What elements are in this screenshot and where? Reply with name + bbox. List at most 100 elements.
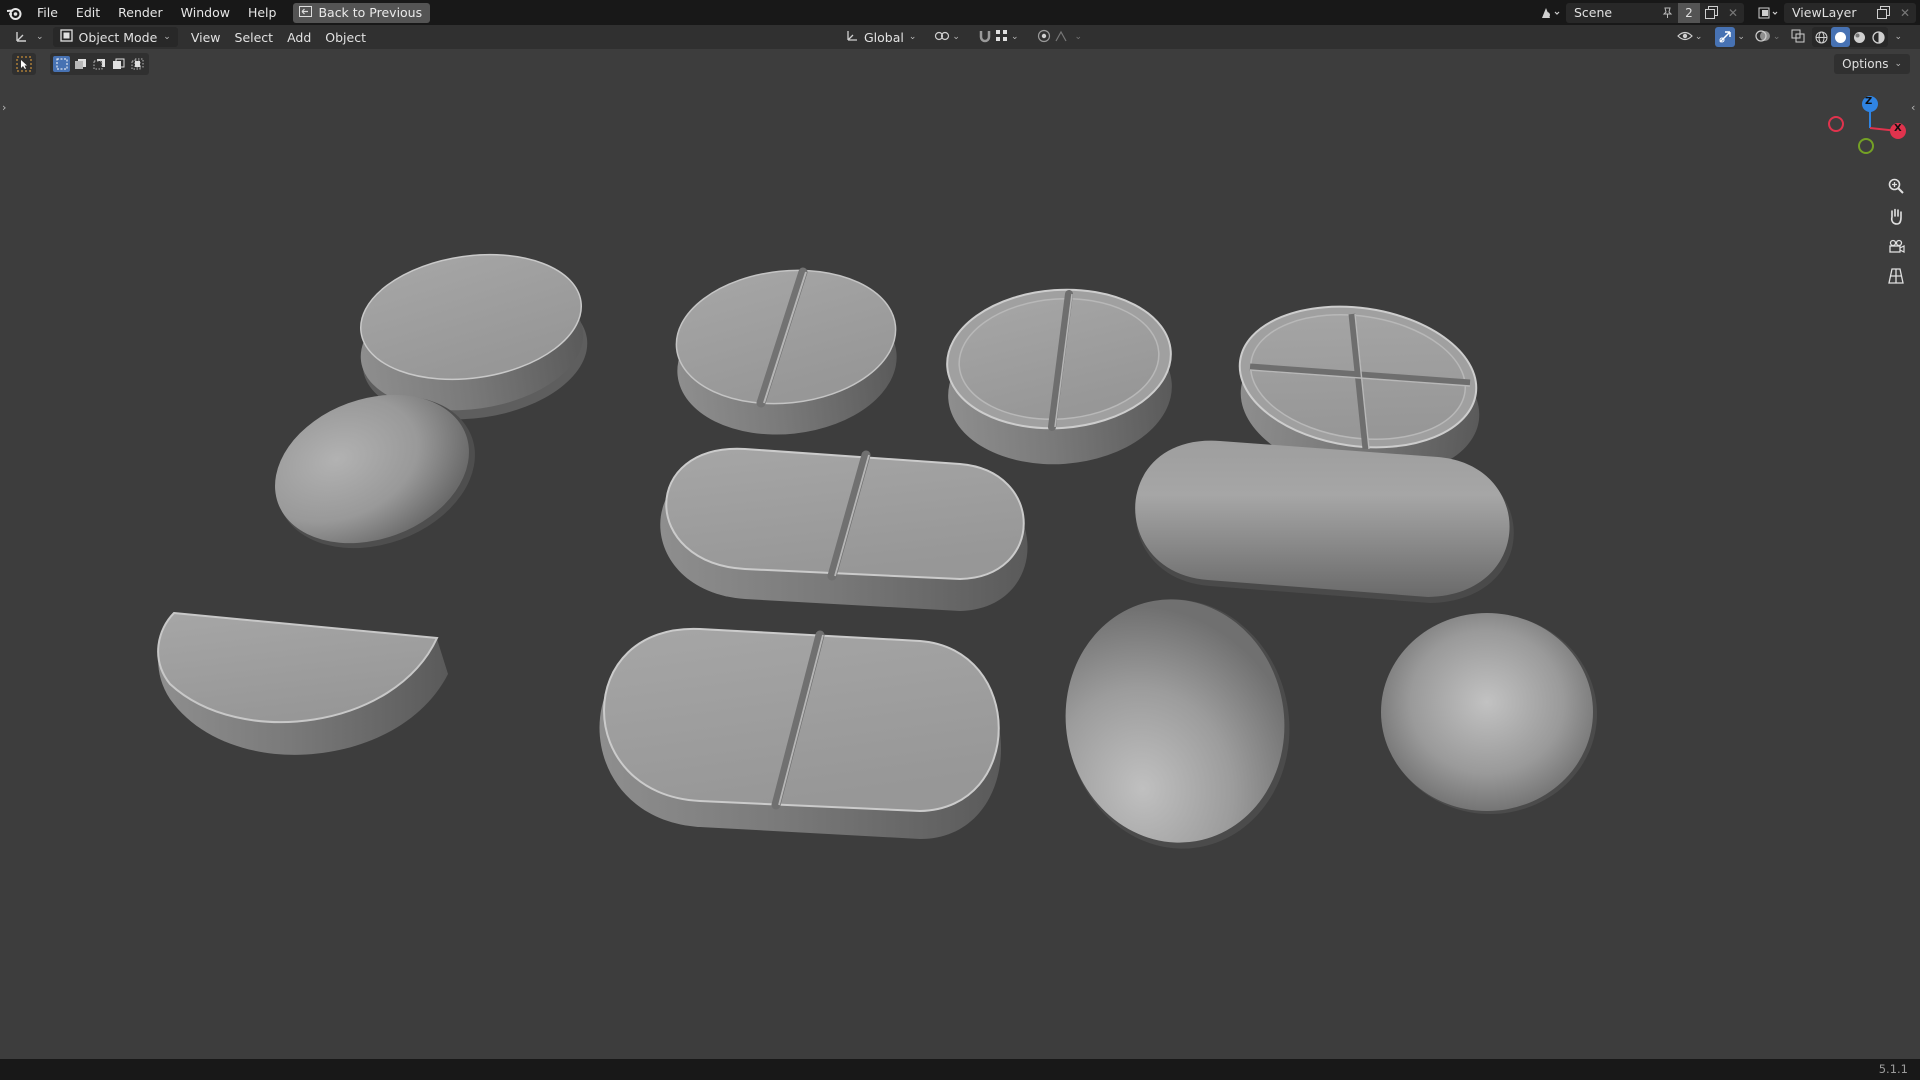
select-intersect-icon[interactable]: [129, 56, 146, 72]
hand-pan-icon[interactable]: [1882, 204, 1910, 228]
transform-orientation-dropdown[interactable]: Global ⌄: [838, 27, 923, 47]
object-mode-dropdown[interactable]: Object Mode ⌄: [52, 27, 178, 47]
material-preview-shading-icon[interactable]: [1850, 27, 1869, 47]
xray-icon[interactable]: [1791, 29, 1805, 46]
snap-grid-icon[interactable]: [995, 29, 1008, 45]
shading-mode-group: [1812, 27, 1889, 47]
rendered-shading-icon[interactable]: [1869, 27, 1888, 47]
chevron-down-icon: ⌄: [1737, 32, 1745, 42]
scene-field[interactable]: Scene 2 ✕: [1566, 2, 1744, 23]
snap-magnet-icon[interactable]: [978, 29, 992, 46]
solid-shading-icon[interactable]: [1831, 27, 1851, 47]
tablet-sphere[interactable]: [1381, 613, 1597, 814]
eye-selectability-icon: [1676, 29, 1693, 46]
proportional-editing-icon[interactable]: [1037, 29, 1051, 46]
tablet-half-round[interactable]: [157, 611, 448, 755]
caplet-scored-lower[interactable]: [599, 627, 1002, 839]
back-to-previous-label: Back to Previous: [318, 5, 423, 20]
view-layer-field[interactable]: ViewLayer ✕: [1784, 2, 1916, 23]
perspective-grid-icon[interactable]: [1882, 264, 1910, 288]
object-mode-icon: [59, 29, 73, 45]
tool-settings-row: [12, 53, 149, 75]
caplet-scored-upper[interactable]: [660, 447, 1028, 611]
navigation-gizmo[interactable]: Z X: [1818, 92, 1906, 164]
scene-name[interactable]: Scene: [1566, 5, 1656, 20]
chevron-down-icon: ⌄: [1894, 59, 1902, 69]
overlays-icon[interactable]: [1755, 29, 1771, 46]
chevron-down-icon[interactable]: ⌄: [1890, 32, 1906, 42]
camera-icon[interactable]: [1882, 234, 1910, 258]
tablet-round-scored[interactable]: [670, 260, 904, 445]
editor-type-icon: [15, 29, 33, 46]
tablet-round-bevel-scored[interactable]: [942, 282, 1176, 471]
selection-mode-group: [50, 53, 149, 75]
orientation-axes-icon: [845, 29, 859, 46]
options-label: Options: [1842, 57, 1889, 71]
visibility-dropdown[interactable]: ⌄: [1670, 27, 1710, 47]
chevron-down-icon: ⌄: [36, 32, 44, 42]
overlays-toggle[interactable]: ⌄: [1751, 27, 1785, 47]
blender-version: 5.1.1: [1878, 1062, 1908, 1076]
view-menu[interactable]: View: [184, 27, 228, 47]
options-dropdown[interactable]: Options ⌄: [1834, 54, 1910, 74]
close-view-layer-icon[interactable]: ✕: [1894, 3, 1916, 23]
proportional-editing-controls[interactable]: ⌄: [1030, 27, 1090, 47]
sidebar-expand-arrow-icon[interactable]: ‹: [1911, 101, 1915, 114]
select-subtract-icon[interactable]: [91, 56, 108, 72]
viewport-header: ⌄ Object Mode ⌄ View Select Add Object G…: [0, 25, 1920, 49]
duplicate-scene-icon[interactable]: [1700, 3, 1722, 23]
blender-logo-icon[interactable]: [0, 0, 28, 25]
chevron-down-icon: ⌄: [1074, 32, 1083, 42]
status-bar: 5.1.1: [0, 1059, 1920, 1080]
gizmo-z-label: Z: [1865, 96, 1873, 107]
pivot-point-dropdown[interactable]: ⌄: [927, 27, 967, 47]
back-icon: [299, 5, 313, 20]
toolbar-expand-arrow-icon[interactable]: ›: [2, 101, 6, 114]
tablet-egg[interactable]: [1046, 582, 1309, 867]
chevron-down-icon: ⌄: [1694, 32, 1703, 42]
menu-render[interactable]: Render: [109, 0, 172, 25]
chevron-down-icon: ⌄: [1010, 32, 1019, 42]
zoom-icon[interactable]: [1882, 174, 1910, 198]
chevron-down-icon: ⌄: [952, 32, 960, 42]
viewport-display-tools: ⌄ ⌄ ⌄ ⌄: [1670, 27, 1906, 47]
chevron-down-icon: ⌄: [908, 32, 917, 42]
menu-help[interactable]: Help: [239, 0, 286, 25]
close-scene-icon[interactable]: ✕: [1722, 3, 1744, 23]
view-layer-selector-icon[interactable]: [1754, 3, 1784, 23]
orientation-label: Global: [864, 29, 904, 45]
snapping-controls[interactable]: ⌄: [971, 27, 1026, 47]
capsule-smooth[interactable]: [1135, 440, 1514, 603]
menu-window[interactable]: Window: [172, 0, 239, 25]
select-extend-icon[interactable]: [72, 56, 89, 72]
menu-edit[interactable]: Edit: [67, 0, 109, 25]
scene-selector-icon[interactable]: [1536, 3, 1566, 23]
falloff-curve-icon[interactable]: [1054, 30, 1071, 45]
3d-viewport[interactable]: › ‹ Z X: [0, 49, 1920, 1059]
pin-icon[interactable]: [1656, 3, 1678, 23]
chevron-down-icon: ⌄: [163, 32, 171, 42]
gizmo-x-label: X: [1894, 123, 1902, 134]
duplicate-view-layer-icon[interactable]: [1872, 3, 1894, 23]
viewport-scene[interactable]: [0, 49, 1920, 1059]
navigation-tools: [1882, 174, 1910, 288]
scene-users-count[interactable]: 2: [1678, 2, 1700, 23]
view-layer-name[interactable]: ViewLayer: [1784, 5, 1872, 20]
object-menu[interactable]: Object: [318, 27, 373, 47]
object-mode-label: Object Mode: [78, 29, 158, 45]
add-menu[interactable]: Add: [280, 27, 318, 47]
select-new-icon[interactable]: [53, 56, 70, 72]
gizmo-icon[interactable]: [1715, 27, 1736, 47]
select-tool-button[interactable]: [12, 53, 36, 75]
menu-file[interactable]: File: [28, 0, 67, 25]
select-invert-icon[interactable]: [110, 56, 127, 72]
select-menu[interactable]: Select: [228, 27, 281, 47]
xray-toggle[interactable]: [1786, 27, 1810, 47]
gizmo-toggle[interactable]: ⌄: [1711, 27, 1749, 47]
wireframe-shading-icon[interactable]: [1812, 27, 1831, 47]
transform-tools: Global ⌄ ⌄ ⌄ ⌄: [838, 27, 1089, 47]
top-menu-bar: File Edit Render Window Help Back to Pre…: [0, 0, 1920, 25]
chevron-down-icon: ⌄: [1772, 32, 1781, 42]
editor-type-selector[interactable]: ⌄: [8, 27, 51, 47]
back-to-previous-button[interactable]: Back to Previous: [293, 2, 431, 23]
